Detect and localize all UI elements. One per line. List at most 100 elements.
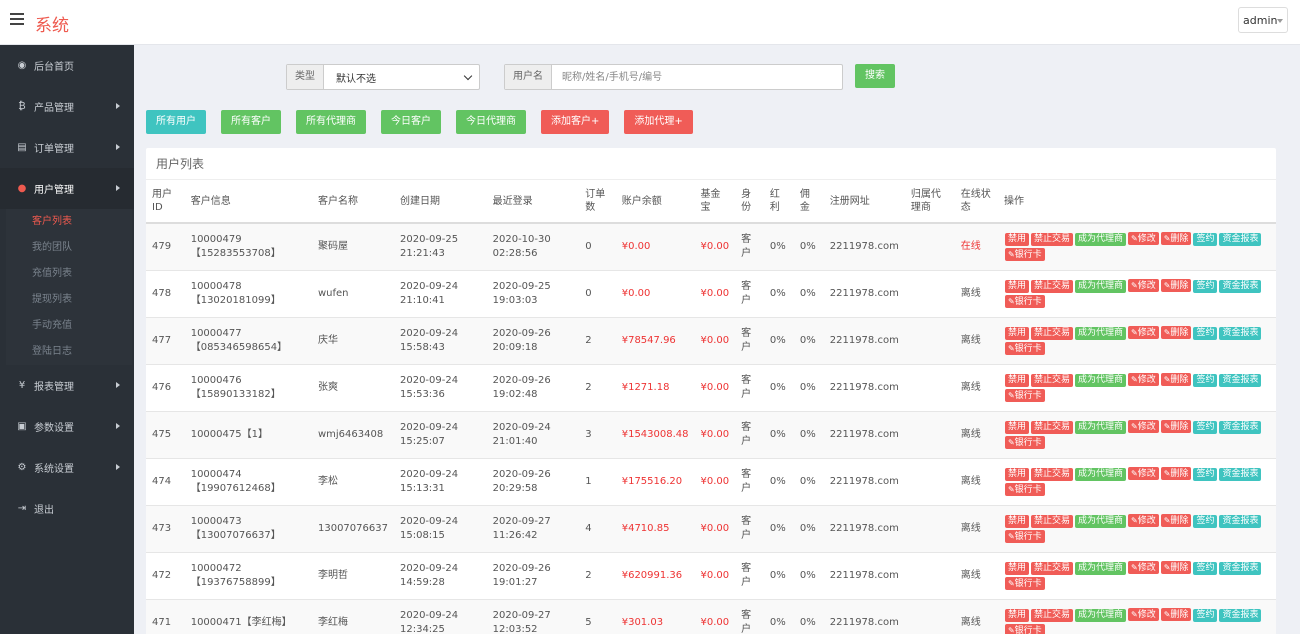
- action-button-3[interactable]: ✎修改: [1128, 232, 1159, 246]
- action-button-3[interactable]: ✎修改: [1128, 279, 1159, 292]
- action-button-6[interactable]: 资金报表: [1219, 327, 1262, 340]
- action-button-7[interactable]: ✎银行卡: [1004, 389, 1045, 402]
- action-button-5[interactable]: 签约: [1193, 421, 1218, 434]
- action-button-4[interactable]: ✎删除: [1160, 514, 1192, 527]
- action-button-3[interactable]: ✎修改: [1128, 514, 1159, 527]
- action-button-7[interactable]: ✎银行卡: [1004, 624, 1045, 634]
- action-button-3[interactable]: ✎修改: [1128, 326, 1159, 339]
- filter-button-2[interactable]: 所有代理商: [296, 110, 366, 134]
- pencil-icon: ✎: [1007, 297, 1015, 306]
- action-button-7[interactable]: ✎银行卡: [1004, 577, 1045, 590]
- filter-button-4[interactable]: 今日代理商: [456, 110, 526, 134]
- action-button-5[interactable]: 签约: [1193, 468, 1218, 481]
- action-button-1[interactable]: 禁止交易: [1030, 421, 1073, 434]
- action-button-2[interactable]: 成为代理商: [1074, 327, 1126, 340]
- sidebar-subitem-5[interactable]: 登陆日志: [6, 339, 132, 365]
- action-button-6[interactable]: 资金报表: [1219, 421, 1262, 434]
- action-button-6[interactable]: 资金报表: [1219, 468, 1262, 481]
- sidebar-subitem-1[interactable]: 我的团队: [6, 235, 132, 261]
- action-button-3[interactable]: ✎修改: [1128, 561, 1159, 574]
- action-button-5[interactable]: 签约: [1193, 280, 1218, 293]
- action-button-6[interactable]: 资金报表: [1219, 280, 1262, 293]
- action-button-2[interactable]: 成为代理商: [1074, 421, 1126, 434]
- sidebar-subitem-4[interactable]: 手动充值: [6, 313, 132, 339]
- action-button-0[interactable]: 禁用: [1004, 374, 1029, 387]
- action-button-3[interactable]: ✎修改: [1128, 373, 1159, 386]
- action-button-3[interactable]: ✎修改: [1128, 467, 1159, 480]
- action-button-2[interactable]: 成为代理商: [1074, 562, 1126, 575]
- action-button-0[interactable]: 禁用: [1004, 233, 1029, 247]
- sidebar-item-0[interactable]: ◉ 后台首页: [0, 45, 134, 86]
- action-button-4[interactable]: ✎删除: [1160, 467, 1192, 480]
- action-button-0[interactable]: 禁用: [1004, 515, 1029, 528]
- action-button-4[interactable]: ✎删除: [1160, 373, 1192, 386]
- action-button-6[interactable]: 资金报表: [1219, 609, 1262, 622]
- action-button-1[interactable]: 禁止交易: [1030, 374, 1073, 387]
- action-button-7[interactable]: ✎银行卡: [1004, 530, 1045, 543]
- sidebar-item-3[interactable]: ● 用户管理: [0, 168, 134, 209]
- action-button-2[interactable]: 成为代理商: [1074, 609, 1126, 622]
- action-button-0[interactable]: 禁用: [1004, 280, 1029, 293]
- action-button-0[interactable]: 禁用: [1004, 327, 1029, 340]
- action-button-5[interactable]: 签约: [1193, 327, 1218, 340]
- action-button-1[interactable]: 禁止交易: [1030, 468, 1073, 481]
- sidebar-subitem-0[interactable]: 客户列表: [6, 209, 132, 235]
- username-input[interactable]: [552, 65, 842, 89]
- action-button-5[interactable]: 签约: [1193, 374, 1218, 387]
- sidebar-item-1[interactable]: ₿ 产品管理: [0, 86, 134, 127]
- action-button-7[interactable]: ✎银行卡: [1004, 248, 1045, 262]
- action-button-6[interactable]: 资金报表: [1219, 374, 1262, 387]
- action-button-4[interactable]: ✎删除: [1160, 420, 1192, 433]
- action-button-1[interactable]: 禁止交易: [1030, 515, 1073, 528]
- action-button-0[interactable]: 禁用: [1004, 609, 1029, 622]
- sidebar-item-4[interactable]: ¥ 报表管理: [0, 365, 134, 406]
- action-button-4[interactable]: ✎删除: [1160, 326, 1192, 339]
- filter-button-0[interactable]: 所有用户: [146, 110, 206, 134]
- action-button-1[interactable]: 禁止交易: [1030, 327, 1073, 340]
- type-select[interactable]: 默认不选: [324, 65, 479, 89]
- cell-status: 离线: [954, 411, 998, 459]
- action-button-2[interactable]: 成为代理商: [1074, 233, 1126, 247]
- user-dropdown[interactable]: admin: [1238, 7, 1288, 33]
- action-button-7[interactable]: ✎银行卡: [1004, 342, 1045, 355]
- action-button-5[interactable]: 签约: [1193, 515, 1218, 528]
- action-button-1[interactable]: 禁止交易: [1030, 562, 1073, 575]
- search-button[interactable]: 搜索: [855, 64, 895, 88]
- action-button-2[interactable]: 成为代理商: [1074, 515, 1126, 528]
- action-button-2[interactable]: 成为代理商: [1074, 280, 1126, 293]
- action-button-3[interactable]: ✎修改: [1128, 420, 1159, 433]
- action-button-6[interactable]: 资金报表: [1219, 515, 1262, 528]
- action-button-1[interactable]: 禁止交易: [1030, 609, 1073, 622]
- action-button-2[interactable]: 成为代理商: [1074, 374, 1126, 387]
- action-button-0[interactable]: 禁用: [1004, 562, 1029, 575]
- action-button-1[interactable]: 禁止交易: [1030, 280, 1073, 293]
- action-button-1[interactable]: 禁止交易: [1030, 233, 1073, 247]
- sidebar-subitem-3[interactable]: 提现列表: [6, 287, 132, 313]
- filter-button-6[interactable]: 添加代理+: [624, 110, 693, 134]
- action-button-7[interactable]: ✎银行卡: [1004, 483, 1045, 496]
- action-button-5[interactable]: 签约: [1193, 562, 1218, 575]
- filter-button-3[interactable]: 今日客户: [381, 110, 441, 134]
- hamburger-menu-icon[interactable]: [10, 13, 24, 27]
- action-button-4[interactable]: ✎删除: [1160, 561, 1192, 574]
- action-button-2[interactable]: 成为代理商: [1074, 468, 1126, 481]
- sidebar-subitem-2[interactable]: 充值列表: [6, 261, 132, 287]
- sidebar-item-6[interactable]: ⚙ 系统设置: [0, 447, 134, 488]
- sidebar-item-7[interactable]: ⇥ 退出: [0, 488, 134, 529]
- action-button-7[interactable]: ✎银行卡: [1004, 436, 1045, 449]
- action-button-0[interactable]: 禁用: [1004, 421, 1029, 434]
- action-button-6[interactable]: 资金报表: [1219, 562, 1262, 575]
- sidebar-item-2[interactable]: ▤ 订单管理: [0, 127, 134, 168]
- action-button-3[interactable]: ✎修改: [1128, 608, 1159, 621]
- action-button-5[interactable]: 签约: [1193, 233, 1218, 247]
- action-button-6[interactable]: 资金报表: [1219, 233, 1262, 247]
- sidebar-item-5[interactable]: ▣ 参数设置: [0, 406, 134, 447]
- action-button-4[interactable]: ✎删除: [1160, 279, 1192, 292]
- action-button-4[interactable]: ✎删除: [1160, 232, 1192, 246]
- action-button-5[interactable]: 签约: [1193, 609, 1218, 622]
- action-button-7[interactable]: ✎银行卡: [1004, 295, 1045, 308]
- action-button-0[interactable]: 禁用: [1004, 468, 1029, 481]
- filter-button-5[interactable]: 添加客户+: [541, 110, 610, 134]
- action-button-4[interactable]: ✎删除: [1160, 608, 1192, 621]
- filter-button-1[interactable]: 所有客户: [221, 110, 281, 134]
